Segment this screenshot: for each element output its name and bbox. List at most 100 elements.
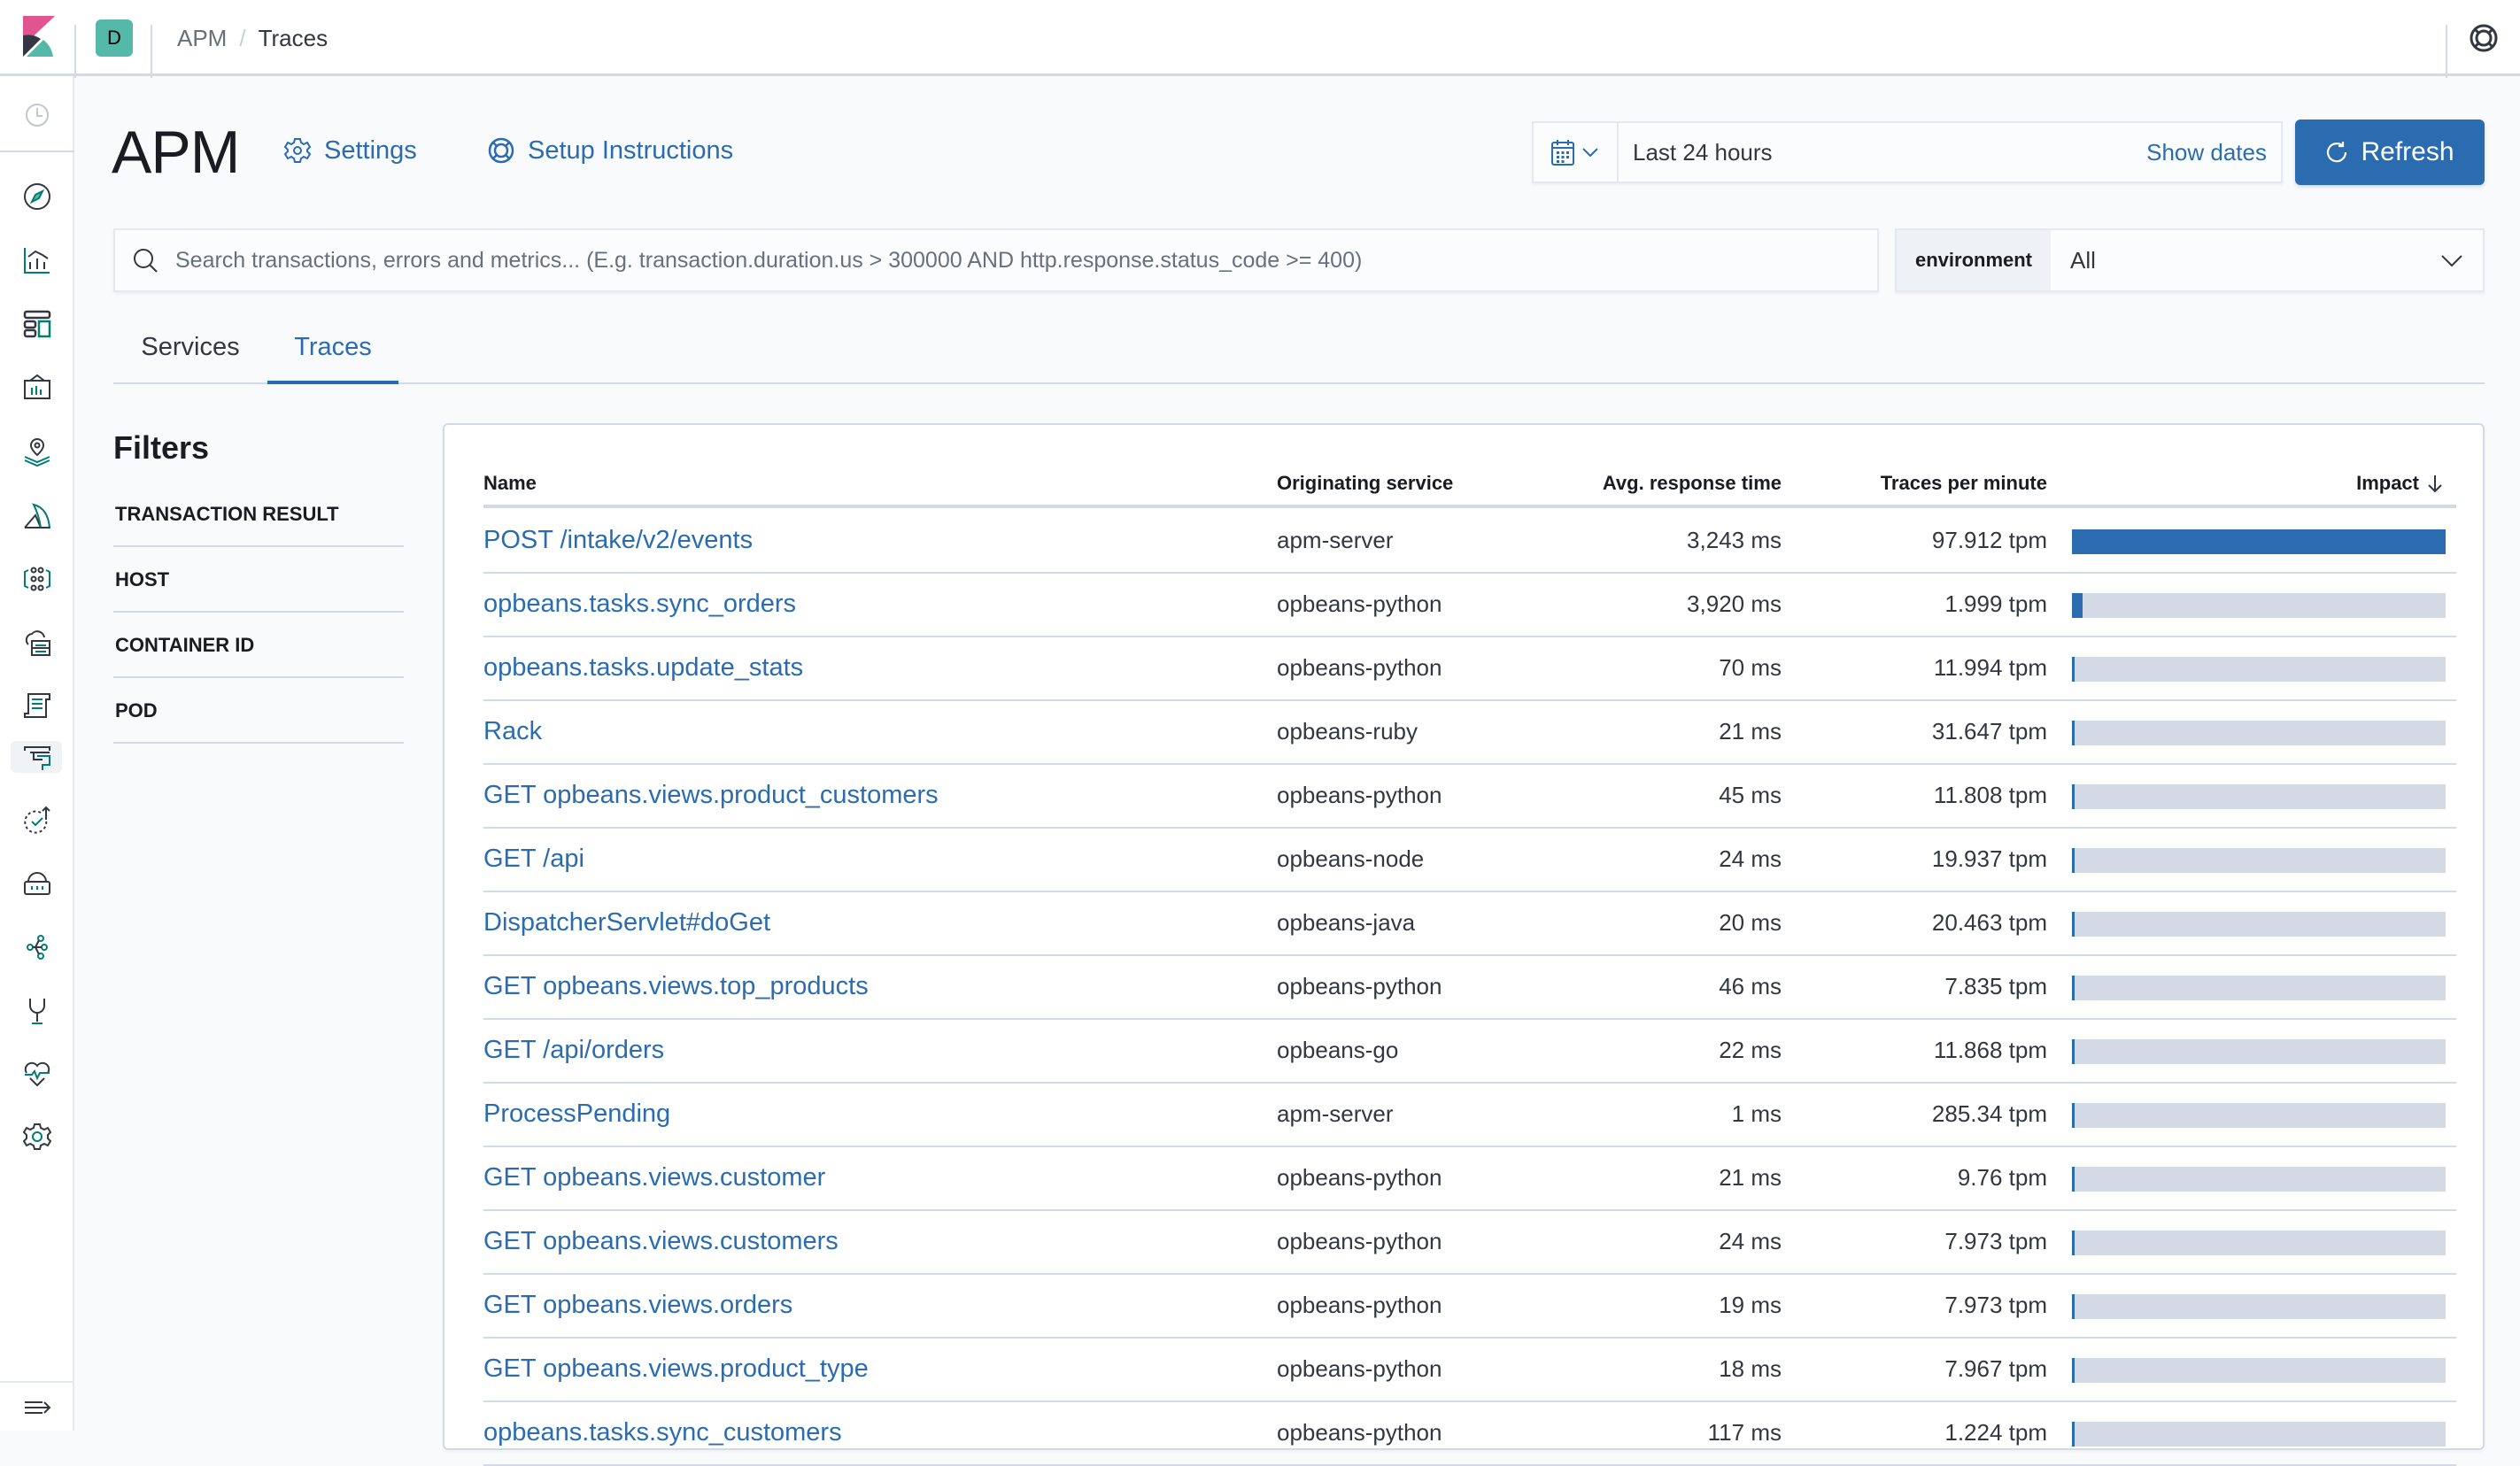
trace-name-link[interactable]: GET opbeans.views.top_products [483,956,869,1016]
table-header: Name Originating service Avg. response t… [483,459,2456,508]
divider [2446,25,2447,78]
canvas-icon[interactable] [21,372,53,404]
avg-response-time: 46 ms [1719,973,1782,999]
impact-bar-fill [2072,848,2075,873]
traces-per-minute: 7.835 tpm [1944,973,2047,999]
impact-bar [2072,976,2446,1000]
uptime-icon[interactable] [21,804,53,836]
table-row: POST /intake/v2/events apm-server 3,243 ms… [483,510,2456,574]
trace-name-link[interactable]: GET opbeans.views.product_type [483,1339,869,1399]
refresh-label: Refresh [2361,137,2454,166]
apm-icon[interactable] [21,742,53,774]
logs-icon[interactable] [21,691,53,722]
column-header-impact[interactable]: Impact [2356,459,2444,508]
trace-name-link[interactable]: GET /api/orders [483,1020,664,1080]
kuery-search-bar [113,228,1879,292]
trace-name-link[interactable]: POST /intake/v2/events [483,510,753,570]
page-title: APM [112,119,240,186]
column-header-name[interactable]: Name [483,459,537,508]
chevron-down-icon [2441,255,2462,267]
traces-per-minute: 285.34 tpm [1931,1100,2047,1127]
trace-name-link[interactable]: GET opbeans.views.customers [483,1211,839,1271]
filter-host[interactable]: HOST [113,547,404,613]
maps-icon[interactable] [21,436,53,467]
traces-per-minute: 11.994 tpm [1933,654,2047,681]
infrastructure-icon[interactable] [21,627,53,659]
filter-transaction-result[interactable]: TRANSACTION RESULT [113,482,404,547]
trace-name-link[interactable]: opbeans.tasks.update_stats [483,637,803,698]
originating-service: opbeans-node [1277,845,1425,872]
trace-name-link[interactable]: GET opbeans.views.customer [483,1147,825,1208]
tab-traces[interactable]: Traces [267,319,398,384]
sort-arrow-down-icon [2428,475,2442,493]
tab-services[interactable]: Services [113,319,267,384]
dev-tools-icon[interactable] [21,868,53,899]
originating-service: opbeans-java [1277,909,1416,936]
trace-name-link[interactable]: ProcessPending [483,1084,670,1144]
dashboard-icon[interactable] [21,308,53,340]
refresh-button[interactable]: Refresh [2295,120,2485,185]
trace-name-link[interactable]: opbeans.tasks.sync_orders [483,574,796,634]
trace-name-link[interactable]: GET opbeans.views.product_customers [483,765,939,825]
table-row: GET opbeans.views.customers opbeans-pytho… [483,1211,2456,1275]
show-dates-link[interactable]: Show dates [2146,139,2281,166]
column-header-avg-response-time[interactable]: Avg. response time [1603,459,1782,508]
table-row: GET opbeans.views.orders opbeans-python 19… [483,1275,2456,1339]
impact-bar [2072,1358,2446,1383]
avg-response-time: 24 ms [1719,1228,1782,1254]
environment-select[interactable]: environment All [1895,228,2485,292]
settings-link[interactable]: Settings [283,133,417,168]
avg-response-time: 20 ms [1719,909,1782,936]
discover-compass-icon[interactable] [21,181,53,212]
traces-per-minute: 9.76 tpm [1957,1164,2047,1191]
help-lifebuoy-icon[interactable] [2469,23,2499,53]
collapse-menu-icon [25,1401,51,1414]
machine-learning-icon[interactable] [21,563,53,595]
heartbeat-icon[interactable] [21,1057,53,1089]
visualize-icon[interactable] [21,244,53,276]
breadcrumb-traces: Traces [258,25,329,51]
impact-bar [2072,1422,2446,1447]
impact-bar-fill [2072,784,2075,809]
impact-bar-fill [2072,1167,2075,1192]
nav-recently-viewed[interactable] [0,76,74,152]
originating-service: opbeans-python [1277,1228,1442,1254]
impact-bar [2072,1039,2446,1064]
impact-bar-fill [2072,657,2075,682]
setup-instructions-link[interactable]: Setup Instructions [487,133,733,168]
kibana-logo-icon[interactable] [19,16,55,57]
graph-icon[interactable] [21,931,53,963]
originating-service: opbeans-python [1277,782,1442,808]
filter-pod[interactable]: POD [113,678,404,744]
table-row: GET opbeans.views.customer opbeans-python… [483,1147,2456,1211]
space-avatar[interactable]: D [96,19,133,57]
originating-service: opbeans-python [1277,590,1442,617]
trace-name-link[interactable]: GET opbeans.views.orders [483,1275,792,1335]
management-gear-icon[interactable] [21,1121,53,1153]
traces-per-minute: 7.967 tpm [1944,1355,2047,1382]
siem-icon[interactable] [21,499,53,531]
trace-name-link[interactable]: Rack [483,701,542,761]
trace-name-link[interactable]: DispatcherServlet#doGet [483,892,770,953]
traces-per-minute: 97.912 tpm [1931,527,2047,553]
nav-collapse-button[interactable] [0,1381,74,1431]
environment-value: All [2070,246,2096,274]
column-header-traces-per-minute[interactable]: Traces per minute [1881,459,2047,508]
quick-select-button[interactable] [1534,123,1619,181]
impact-bar-fill [2072,1231,2075,1255]
table-row: GET opbeans.views.product_type opbeans-py… [483,1339,2456,1402]
column-header-originating-service[interactable]: Originating service [1277,459,1453,508]
trace-name-link[interactable]: opbeans.tasks.sync_customers [483,1402,842,1462]
avg-response-time: 18 ms [1719,1355,1782,1382]
filter-container-id[interactable]: CONTAINER ID [113,613,404,678]
breadcrumb-apm[interactable]: APM [177,25,227,51]
search-input[interactable] [159,247,1877,274]
date-range-value[interactable]: Last 24 hours [1619,139,2146,166]
traces-per-minute: 7.973 tpm [1944,1228,2047,1254]
avg-response-time: 21 ms [1719,718,1782,745]
stack-monitoring-icon[interactable] [21,995,53,1027]
trace-name-link[interactable]: GET /api [483,829,584,889]
impact-bar-fill [2072,593,2083,618]
impact-label: Impact [2356,472,2419,494]
top-bar: D APM / Traces [0,0,2520,78]
